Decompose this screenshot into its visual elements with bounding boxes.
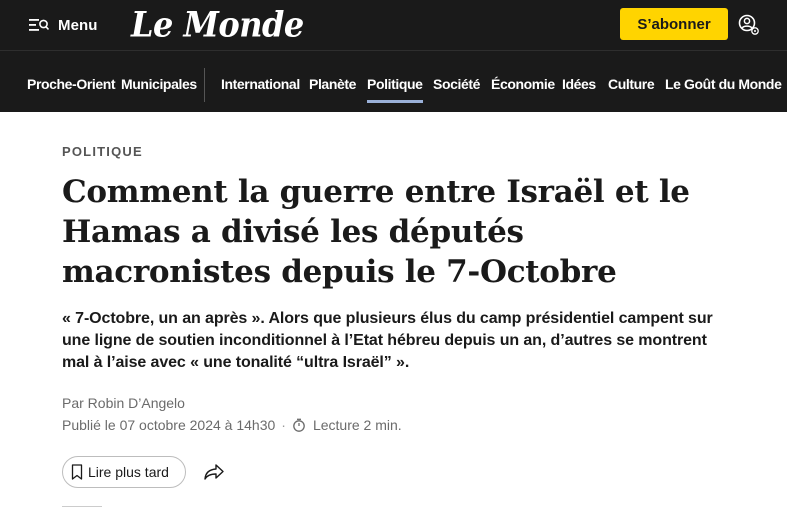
share-icon[interactable] (203, 462, 225, 482)
read-later-button[interactable]: Lire plus tard (62, 456, 186, 488)
nav-item-societe[interactable]: Société (433, 76, 480, 92)
nav-item-idees[interactable]: Idées (562, 76, 596, 92)
menu-button[interactable]: Menu (29, 13, 98, 37)
reading-time: Lecture 2 min. (312, 417, 402, 433)
nav-item-le-gout-du-monde[interactable]: Le Goût du Monde (665, 76, 782, 92)
nav-item-international[interactable]: International (221, 76, 300, 92)
article-author[interactable]: Par Robin D’Angelo (62, 395, 185, 411)
nav-item-politique[interactable]: Politique (367, 76, 423, 103)
nav-item-municipales[interactable]: Municipales (121, 76, 197, 92)
menu-search-icon (29, 19, 49, 31)
content-divider (62, 506, 102, 507)
user-account-icon[interactable] (738, 14, 760, 36)
nav-item-planete[interactable]: Planète (309, 76, 356, 92)
nav-divider (204, 68, 205, 102)
subscribe-button[interactable]: S’abonner (620, 8, 728, 40)
article-description: « 7-Octobre, un an après ». Alors que pl… (62, 310, 713, 371)
section-nav: Proche-Orient Municipales International … (0, 50, 787, 112)
article-title: Comment la guerre entre Israël et le Ham… (62, 174, 690, 290)
le-monde-logo[interactable]: Le Monde (131, 4, 304, 45)
top-bar: Menu Le Monde S’abonner (0, 0, 787, 50)
menu-label: Menu (58, 16, 98, 34)
read-later-label: Lire plus tard (88, 464, 169, 480)
nav-item-culture[interactable]: Culture (608, 76, 655, 92)
section-label[interactable]: POLITIQUE (62, 144, 143, 159)
bookmark-icon (71, 464, 83, 480)
publish-date: Publié le 07 octobre 2024 à 14h30 (62, 417, 276, 433)
stopwatch-icon (293, 418, 305, 432)
nav-item-economie[interactable]: Économie (491, 76, 555, 92)
meta-separator: · (281, 417, 286, 433)
article-meta: Publié le 07 octobre 2024 à 14h30 · Lect… (62, 417, 402, 433)
nav-item-proche-orient[interactable]: Proche-Orient (27, 76, 116, 92)
